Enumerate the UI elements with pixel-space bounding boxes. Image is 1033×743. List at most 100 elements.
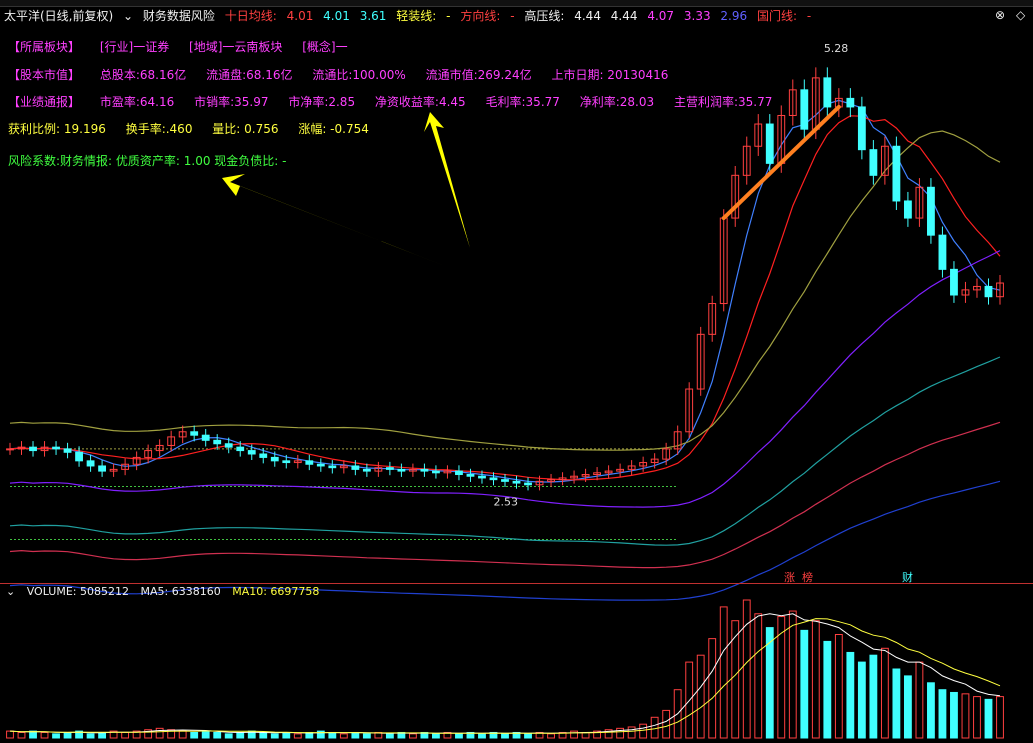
candle-body	[270, 456, 279, 462]
candle-body	[432, 470, 440, 474]
candle-body	[247, 450, 256, 455]
volume-bar	[950, 691, 958, 739]
volume-bar	[892, 668, 901, 739]
volume-bar	[984, 698, 993, 739]
volume-bar	[650, 716, 659, 739]
kline-chart[interactable]: 5.28 2.53	[0, 0, 1033, 743]
ma-line	[9, 115, 1001, 481]
volume-bar	[293, 733, 302, 739]
volume-bar	[282, 731, 291, 739]
volume-bar	[731, 620, 740, 739]
volume-bar	[788, 610, 797, 739]
volume-bar	[155, 727, 164, 739]
volume-bar	[754, 613, 763, 739]
volume-bar	[408, 733, 417, 739]
candle-body	[29, 446, 37, 452]
candle-body	[201, 434, 210, 441]
candle-body	[224, 443, 233, 448]
volume-bar	[662, 709, 671, 739]
candle-body	[466, 474, 475, 477]
candle-body	[892, 145, 901, 202]
candle-body	[351, 465, 360, 470]
volume-bar	[996, 696, 1004, 739]
volume-ma10: MA10: 6697758	[232, 585, 320, 598]
volume-bar	[501, 733, 509, 739]
volume-value: VOLUME: 5085212	[26, 585, 129, 598]
candlesticks	[6, 67, 1004, 491]
volume-bar	[178, 730, 187, 739]
candle-body	[259, 453, 268, 458]
candle-body	[846, 97, 855, 108]
volume-bar	[6, 730, 14, 739]
volume-bar	[616, 727, 625, 739]
volume-bar	[742, 599, 751, 739]
volume-bar	[52, 733, 60, 739]
volume-bar	[328, 731, 337, 739]
candle-body	[512, 480, 521, 484]
candle-body	[984, 285, 993, 298]
candle-body	[489, 477, 498, 481]
candle-body	[857, 106, 866, 151]
candle-body	[420, 468, 429, 472]
volume-bar	[201, 730, 210, 739]
volume-bar	[98, 731, 107, 739]
volume-bar	[17, 731, 26, 739]
candle-body	[52, 446, 60, 450]
ma-line	[9, 99, 1001, 483]
candle-body	[213, 439, 222, 445]
volume-bar	[834, 634, 843, 739]
badge-ranking[interactable]: 榜	[800, 569, 815, 585]
volume-bar	[63, 731, 72, 739]
candle-body	[455, 470, 463, 476]
volume-bar	[362, 733, 371, 739]
volume-bar	[224, 733, 233, 739]
volume-bar	[800, 629, 809, 739]
volume-bar	[86, 733, 95, 739]
volume-bars	[6, 599, 1004, 739]
candle-body	[362, 468, 371, 472]
volume-bar	[455, 733, 463, 739]
volume-bar	[903, 675, 912, 739]
volume-bar	[961, 693, 970, 739]
candle-body	[236, 446, 245, 452]
volume-bar	[915, 661, 924, 739]
volume-bar	[259, 731, 268, 739]
volume-bar	[973, 696, 981, 739]
annotation-arrows	[222, 104, 841, 270]
volume-bar	[846, 651, 855, 739]
candle-body	[903, 200, 912, 219]
volume-bar	[869, 654, 878, 739]
volume-bar	[880, 647, 889, 739]
candle-body	[385, 467, 394, 470]
volume-header: ⌄ VOLUME: 5085212 MA5: 6338160 MA10: 669…	[6, 585, 327, 598]
volume-bar	[708, 638, 717, 739]
arrow-left	[222, 174, 455, 270]
candle-body	[524, 482, 532, 486]
candle-body	[282, 460, 291, 464]
candle-body	[190, 431, 199, 436]
volume-bar	[236, 731, 245, 739]
volume-bar	[570, 730, 578, 739]
candle-body	[869, 149, 878, 176]
candle-body	[823, 77, 832, 108]
volume-bar	[927, 682, 935, 739]
candle-body	[397, 468, 406, 472]
arrow-up	[424, 112, 470, 248]
volume-bar	[823, 640, 832, 739]
volume-bar	[351, 731, 360, 739]
ma-line	[9, 130, 1001, 451]
candle-body	[63, 448, 72, 453]
volume-bar	[432, 733, 440, 739]
volume-bar	[121, 731, 130, 739]
volume-bar	[339, 733, 348, 739]
chevron-down-icon[interactable]: ⌄	[6, 585, 15, 598]
candle-body	[86, 460, 95, 467]
badge-limit-up[interactable]: 涨	[782, 569, 797, 585]
volume-ma5: MA5: 6338160	[140, 585, 221, 598]
candle-body	[938, 234, 947, 270]
volume-bar	[719, 606, 728, 739]
volume-bar	[938, 689, 947, 739]
badge-finance[interactable]: 财	[900, 569, 915, 585]
volume-bar	[627, 726, 636, 739]
volume-bar	[639, 723, 648, 739]
